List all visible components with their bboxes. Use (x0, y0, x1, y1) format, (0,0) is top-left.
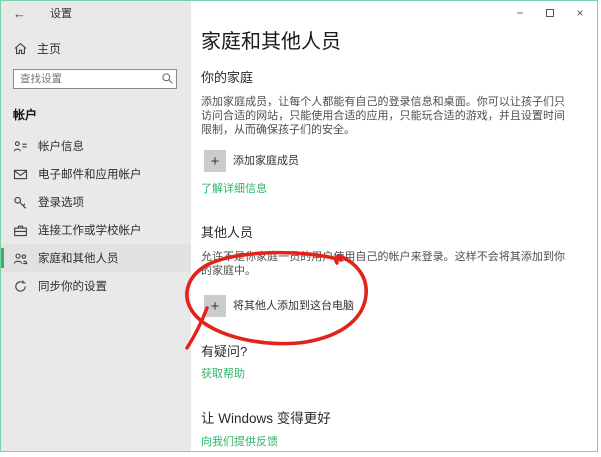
sidebar-home-label: 主页 (37, 40, 61, 57)
main-content: − × 家庭和其他人员 你的家庭 添加家庭成员，让每个人都能有自己的登录信息和桌… (191, 1, 597, 451)
close-button[interactable]: × (565, 2, 595, 24)
home-icon (13, 41, 28, 56)
make-windows-better-heading: 让 Windows 变得更好 (201, 407, 587, 427)
sidebar-item-email-accounts[interactable]: 电子邮件和应用帐户 (1, 160, 191, 188)
sidebar-nav: 帐户信息 电子邮件和应用帐户 登录选项 (1, 132, 191, 300)
briefcase-icon (13, 223, 28, 238)
add-family-member-label: 添加家庭成员 (233, 152, 299, 168)
sidebar-item-label: 帐户信息 (38, 138, 84, 154)
sidebar-item-home[interactable]: 主页 (13, 39, 191, 57)
sync-icon (13, 279, 28, 294)
add-someone-else-label: 将其他人添加到这台电脑 (233, 297, 354, 313)
search-input[interactable] (13, 69, 177, 89)
other-people-heading: 其他人员 (201, 222, 587, 241)
get-help-link[interactable]: 获取帮助 (201, 365, 245, 381)
mail-icon (13, 167, 28, 182)
plus-icon: + (204, 295, 226, 317)
sidebar: ← 设置 主页 帐户 (1, 1, 191, 451)
give-feedback-link[interactable]: 向我们提供反馈 (201, 433, 278, 449)
add-someone-else-button[interactable]: + 将其他人添加到这台电脑 (204, 295, 587, 317)
learn-more-link[interactable]: 了解详细信息 (201, 180, 267, 196)
settings-window: ← 设置 主页 帐户 (0, 0, 598, 452)
sidebar-item-your-info[interactable]: 帐户信息 (1, 132, 191, 160)
sidebar-item-label: 同步你的设置 (38, 278, 107, 294)
sidebar-item-work-school[interactable]: 连接工作或学校帐户 (1, 216, 191, 244)
other-people-description: 允许不是你家庭一员的用户使用自己的帐户来登录。这样不会将其添加到你的家庭中。 (201, 250, 565, 278)
page-title: 家庭和其他人员 (201, 25, 587, 54)
maximize-button[interactable] (535, 2, 565, 24)
search-icon (161, 72, 174, 90)
sidebar-item-signin-options[interactable]: 登录选项 (1, 188, 191, 216)
window-controls: − × (505, 1, 595, 25)
sidebar-item-label: 电子邮件和应用帐户 (38, 166, 142, 182)
sidebar-section-accounts: 帐户 (13, 106, 191, 123)
sidebar-item-family-other-people[interactable]: 家庭和其他人员 (1, 244, 191, 272)
question-heading: 有疑问? (201, 341, 587, 360)
maximize-icon (546, 9, 554, 17)
person-card-icon (13, 139, 28, 154)
people-icon (13, 251, 28, 266)
sidebar-item-label: 连接工作或学校帐户 (38, 222, 142, 238)
plus-icon: + (204, 150, 226, 172)
minimize-button[interactable]: − (505, 2, 535, 24)
key-icon (13, 195, 28, 210)
search-box (13, 69, 179, 89)
your-family-description: 添加家庭成员，让每个人都能有自己的登录信息和桌面。你可以让孩子们只访问合适的网站… (201, 95, 565, 137)
add-family-member-button[interactable]: + 添加家庭成员 (204, 150, 587, 172)
sidebar-item-label: 登录选项 (38, 194, 84, 210)
sidebar-item-label: 家庭和其他人员 (38, 250, 119, 266)
your-family-heading: 你的家庭 (201, 67, 587, 86)
back-button[interactable]: ← (13, 6, 26, 21)
app-title: 设置 (50, 5, 72, 21)
titlebar-left: ← 设置 (1, 1, 191, 25)
sidebar-item-sync-settings[interactable]: 同步你的设置 (1, 272, 191, 300)
